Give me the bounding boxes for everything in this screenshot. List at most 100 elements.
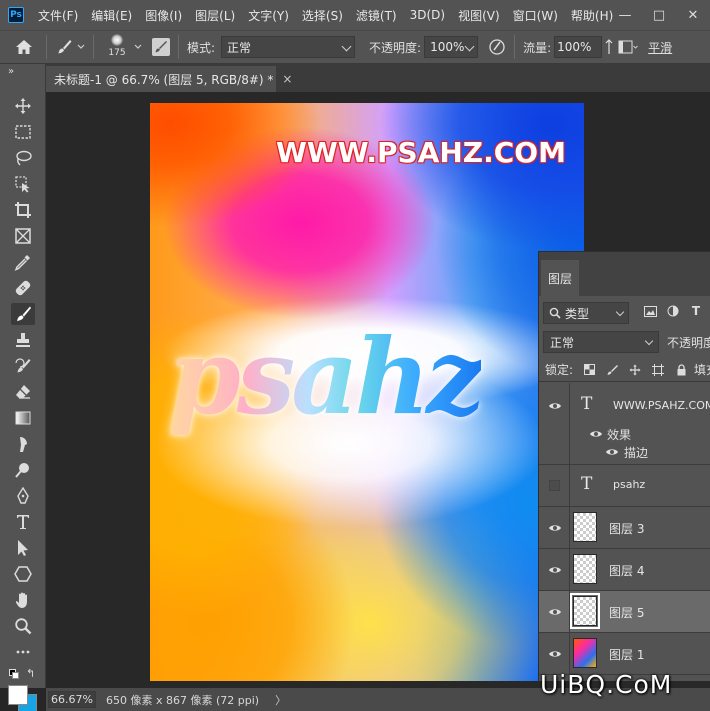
layer-name[interactable]: 图层 1 [609,646,644,663]
visibility-eye-icon[interactable] [547,399,563,413]
menu-view[interactable]: 视图(V) [458,7,500,24]
minimize-button[interactable]: — [608,0,642,30]
layer-name[interactable]: 图层 3 [609,520,644,537]
menu-layer[interactable]: 图层(L) [195,7,235,24]
foreground-color-swatch[interactable] [8,685,28,705]
layer-row-url-text[interactable]: T WWW.PSAHZ.COM 效果 描边 [539,383,710,465]
chevron-down-icon[interactable] [134,44,142,50]
layer-blend-mode-dropdown[interactable]: 正常 [543,331,659,353]
clone-stamp-tool[interactable] [11,329,35,351]
menu-filter[interactable]: 滤镜(T) [356,7,397,24]
path-selection-tool[interactable] [11,537,35,559]
pixel-filter-icon[interactable] [643,304,657,318]
gradient-tool[interactable] [11,407,35,429]
canvas-url-text: WWW.PSAHZ.COM [276,136,566,169]
layer-row-layer-1[interactable]: 图层 1 [539,633,710,675]
hand-tool[interactable] [11,589,35,611]
layer-row-layer-4[interactable]: 图层 4 [539,549,710,591]
menu-type[interactable]: 文字(Y) [248,7,289,24]
tool-preset-picker[interactable] [55,38,85,56]
pressure-opacity-toggle[interactable] [488,38,506,56]
healing-brush-tool[interactable] [11,277,35,299]
edit-toolbar-button[interactable] [11,641,35,663]
type-tool[interactable] [11,511,35,533]
photoshop-logo: Ps [8,7,24,23]
layer-name[interactable]: psahz [613,478,645,491]
frame-tool[interactable] [11,225,35,247]
zoom-tool[interactable] [11,615,35,637]
flow-field[interactable]: 100% [554,36,603,58]
brush-settings-toggle[interactable] [152,38,170,56]
visibility-eye-icon[interactable] [547,605,563,619]
document-canvas[interactable]: WWW.PSAHZ.COM psahz [150,103,584,681]
menu-edit[interactable]: 编辑(E) [91,7,132,24]
menu-window[interactable]: 窗口(W) [513,7,558,24]
close-tab-icon[interactable]: × [282,72,292,86]
brush-icon [58,40,72,54]
stroke-effect-row[interactable]: 描边 [539,444,710,462]
visibility-off-box[interactable] [549,480,560,491]
lasso-tool[interactable] [11,147,35,169]
smoothing-label[interactable]: 平滑 [648,39,672,56]
status-more-arrow[interactable]: 〉 [275,692,286,708]
fill-label[interactable]: 填充 [694,361,710,378]
home-button[interactable] [10,34,38,60]
maximize-button[interactable]: □ [642,0,676,30]
layer-blend-mode-value: 正常 [550,335,575,350]
zoom-level-field[interactable]: 66.67% [48,691,96,708]
menu-select[interactable]: 选择(S) [302,7,343,24]
opacity-field[interactable]: 100% [424,36,479,58]
effects-row[interactable]: 效果 [539,426,710,444]
swap-colors-icon[interactable]: ↰ [26,667,35,680]
dodge-tool[interactable] [11,459,35,481]
menu-help[interactable]: 帮助(H) [571,7,613,24]
object-selection-tool[interactable] [11,173,35,195]
history-brush-tool[interactable] [11,355,35,377]
lock-image-pixels-icon[interactable] [605,363,619,377]
eyedropper-tool[interactable] [11,251,35,273]
marquee-tool[interactable] [11,121,35,143]
layer-name[interactable]: 图层 4 [609,562,644,579]
layer-thumbnail [573,512,597,542]
adjustment-filter-icon[interactable] [666,304,680,318]
layer-opacity-label[interactable]: 不透明度 [667,334,710,351]
flow-label: 流量: [523,40,552,55]
brush-preset-picker[interactable]: 175 [102,32,132,62]
smudge-tool[interactable] [11,433,35,455]
crop-tool[interactable] [11,199,35,221]
mode-dropdown[interactable]: 正常 [221,36,356,58]
type-filter-icon[interactable]: T [689,304,703,318]
airbrush-icon[interactable] [604,38,614,56]
tab-layers[interactable]: 图层 [541,260,579,296]
menu-3d[interactable]: 3D(D) [410,8,445,22]
menu-file[interactable]: 文件(F) [38,7,78,24]
stroke-eye-icon[interactable] [605,446,619,460]
visibility-eye-icon[interactable] [547,563,563,577]
shape-tool[interactable] [11,563,35,585]
visibility-eye-icon[interactable] [547,647,563,661]
menu-image[interactable]: 图像(I) [145,7,182,24]
layer-row-psahz-text[interactable]: T psahz [539,465,710,507]
pen-tool[interactable] [11,485,35,507]
document-tab[interactable]: 未标题-1 @ 66.7% (图层 5, RGB/8#) * × [46,66,292,92]
eraser-tool[interactable] [11,381,35,403]
visibility-eye-icon[interactable] [547,521,563,535]
close-window-button[interactable]: ✕ [676,0,710,30]
frame-icon [15,228,31,244]
default-colors-icon[interactable] [9,669,19,679]
lock-position-icon[interactable] [628,363,642,377]
lock-artboard-icon[interactable] [651,363,665,377]
lock-transparent-pixels-icon[interactable] [582,363,596,377]
effects-eye-icon[interactable] [589,428,603,442]
move-tool[interactable] [11,95,35,117]
brush-tool[interactable] [11,303,35,325]
layer-name[interactable]: 图层 5 [609,604,644,621]
layer-row-layer-5[interactable]: 图层 5 [539,591,710,633]
rectangle-marquee-icon [15,125,31,139]
brush-panel-button[interactable] [618,38,640,56]
layer-row-layer-3[interactable]: 图层 3 [539,507,710,549]
lock-all-icon[interactable] [674,363,688,377]
collapse-toolbar-icon[interactable]: » [8,66,14,77]
layer-filter-dropdown[interactable]: 类型 [543,302,629,324]
layer-name[interactable]: WWW.PSAHZ.COM [613,399,710,412]
